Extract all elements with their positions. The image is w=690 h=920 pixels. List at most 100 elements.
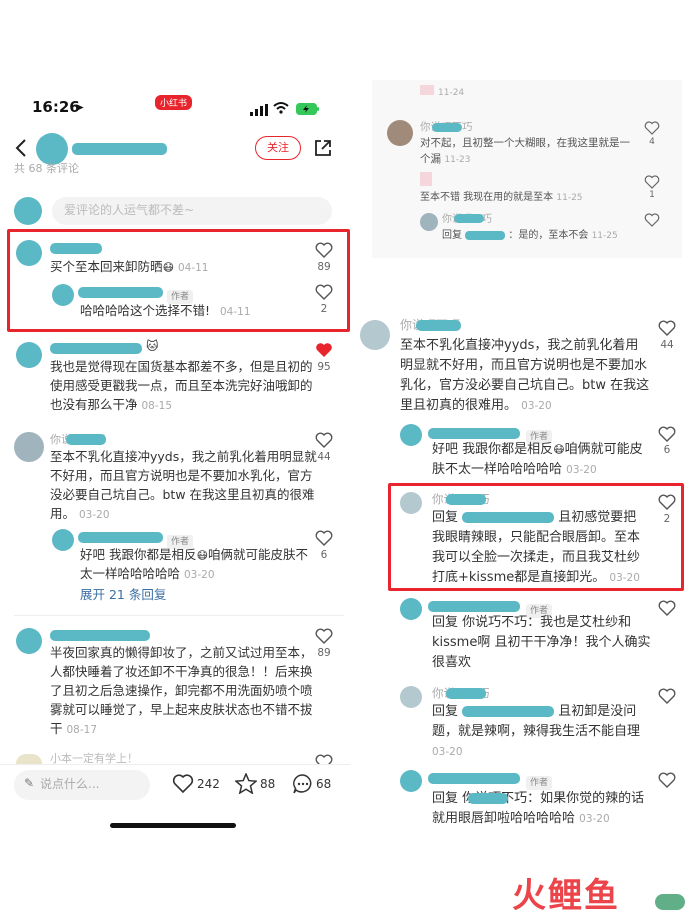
heart-icon[interactable]: [658, 320, 676, 336]
reply-name[interactable]: [78, 287, 163, 298]
like-count: 95: [317, 361, 331, 373]
heart-icon[interactable]: [658, 688, 676, 704]
sad-face-emoji: 😷: [162, 261, 174, 274]
heart-icon[interactable]: [644, 174, 662, 190]
like-count: 44: [317, 451, 331, 463]
clown-emoji: 😷: [196, 549, 208, 562]
reply-line: kissme啊 且初干干净净！我个人确实: [432, 635, 651, 650]
app-badge: 小红书: [155, 95, 193, 110]
comment-avatar[interactable]: [16, 628, 42, 654]
follow-button[interactable]: 关注: [255, 136, 301, 160]
like-count: 6: [663, 444, 671, 456]
comment-line: 至本不乳化直接冲yyds，我之前乳化着用: [400, 338, 639, 353]
back-icon[interactable]: [15, 138, 27, 162]
comment-input-placeholder: 爱评论的人运气都不差~: [64, 203, 195, 217]
reply-line: 好吧 我跟你都是相反😷咱俩就可能皮: [432, 442, 643, 457]
heart-icon[interactable]: [644, 212, 662, 228]
reply-avatar[interactable]: [400, 770, 422, 792]
heart-icon[interactable]: [658, 772, 676, 788]
comment-line: 雾就可以睡觉了，早上起来皮肤状态也不错不拔: [50, 702, 313, 717]
comment-avatar[interactable]: [387, 120, 413, 146]
comment-line: 至本不乳化直接冲yyds，我之前乳化着用明显就: [50, 449, 317, 464]
heart-icon[interactable]: [315, 628, 333, 644]
reply-avatar[interactable]: [420, 213, 438, 231]
commenter-name[interactable]: [50, 243, 102, 254]
reply-line: 打底+kissme都是直接卸光。 03-20: [432, 570, 640, 585]
author-tag: 作者: [526, 770, 553, 790]
comment-avatar[interactable]: [16, 342, 42, 368]
share-icon[interactable]: [314, 139, 332, 161]
name-mask: [66, 434, 106, 445]
comment-avatar[interactable]: [360, 320, 390, 350]
comment-line: 也没有那么干净 08-15: [50, 397, 173, 412]
comment-input[interactable]: 爱评论的人运气都不差~: [52, 197, 332, 225]
wifi-icon: [273, 99, 289, 118]
comment-line: 不好用，而且官方说明也是不要加水乳化，官方: [50, 468, 313, 483]
comment-line: 里且初真的很难用。 03-20: [400, 398, 552, 413]
comment-line: 个漏 11-23: [420, 153, 471, 165]
reply-avatar[interactable]: [52, 529, 74, 551]
reply-avatar[interactable]: [400, 492, 422, 514]
reply-line: 很喜欢: [432, 655, 472, 670]
heart-icon[interactable]: [315, 284, 333, 300]
heart-icon[interactable]: [644, 120, 662, 136]
reply-date: 03-20: [432, 746, 463, 758]
like-total: 242: [197, 777, 220, 791]
reply-avatar[interactable]: [52, 284, 74, 306]
cat-emoji: 🐱: [146, 339, 159, 353]
heart-icon[interactable]: [315, 530, 333, 546]
reply-line: 我眼睛辣眼，只能配合眼唇卸。至本: [432, 530, 641, 545]
reply-name[interactable]: [78, 532, 163, 543]
reply-name[interactable]: [428, 428, 520, 439]
reply-avatar[interactable]: [400, 424, 422, 446]
heart-filled-icon[interactable]: [315, 342, 333, 358]
comment-line: 我也是觉得现在国货基本都差不多，但是且初的: [50, 359, 313, 374]
reply-line: 回复 且初感觉要把: [432, 510, 637, 525]
reply-name[interactable]: [428, 601, 520, 612]
reply-line: 回复 且初卸是没问: [432, 704, 637, 719]
star-total: 88: [260, 777, 276, 791]
location-arrow-icon: ➤: [75, 101, 85, 114]
commenter-name[interactable]: [50, 630, 150, 641]
comment-line: 用。 03-20: [50, 506, 110, 521]
heart-icon[interactable]: [658, 494, 676, 510]
heart-icon[interactable]: [658, 426, 676, 442]
comment-line: 乳化，官方没必要自己坑自己。btw 在我这: [400, 378, 650, 393]
reply-line: 好吧 我跟你都是相反😷咱俩就可能皮肤不: [80, 547, 308, 562]
bottom-input[interactable]: ✎ 说点什么...: [14, 770, 150, 800]
expand-replies-link[interactable]: 展开 21 条回复: [80, 585, 166, 604]
comment-avatar[interactable]: [16, 240, 42, 266]
reply-line: 题，就是辣啊，辣得我生活不能自理: [432, 724, 641, 739]
name-mask: [446, 494, 486, 505]
comment-line: 至本不错 我现在用的就是至本 11-25: [420, 192, 583, 203]
comment-button[interactable]: [292, 774, 314, 798]
my-avatar: [14, 197, 42, 225]
comment-avatar[interactable]: [16, 754, 42, 764]
comment-line: 人都快睡着了妆还卸不干净真的很急！！后来换: [50, 664, 313, 679]
reply-name[interactable]: [428, 773, 520, 784]
commenter-name[interactable]: [50, 343, 142, 354]
heart-icon[interactable]: [315, 432, 333, 448]
star-button[interactable]: [234, 772, 258, 798]
comment-line: 没必要自己坑自己。btw 在我这里且初真的很难: [50, 487, 315, 502]
reply-line: 肤不太一样哈哈哈哈哈 03-20: [432, 462, 597, 477]
heart-icon[interactable]: [315, 242, 333, 258]
heart-icon[interactable]: [658, 600, 676, 616]
name-mask: [446, 688, 486, 699]
comment-avatar[interactable]: [14, 432, 44, 462]
reply-avatar[interactable]: [400, 686, 422, 708]
author-name[interactable]: [72, 143, 167, 155]
like-count: 4: [649, 137, 655, 147]
partial-comment: 小本一定有学上！: [50, 752, 138, 764]
signal-icon: [250, 101, 268, 120]
name-mask: [462, 512, 555, 523]
author-avatar[interactable]: [36, 133, 68, 165]
name-mask: [468, 793, 508, 804]
reply-line: 就用眼唇卸啦哈哈哈哈哈 03-20: [432, 811, 610, 826]
name-mask: [416, 320, 461, 331]
reply-avatar[interactable]: [400, 598, 422, 620]
like-button[interactable]: [172, 774, 194, 798]
like-count: 2: [320, 303, 328, 315]
heart-icon[interactable]: [315, 754, 333, 764]
reply-line: 回复 你说巧不巧：如果你觉的辣的话: [432, 791, 645, 806]
